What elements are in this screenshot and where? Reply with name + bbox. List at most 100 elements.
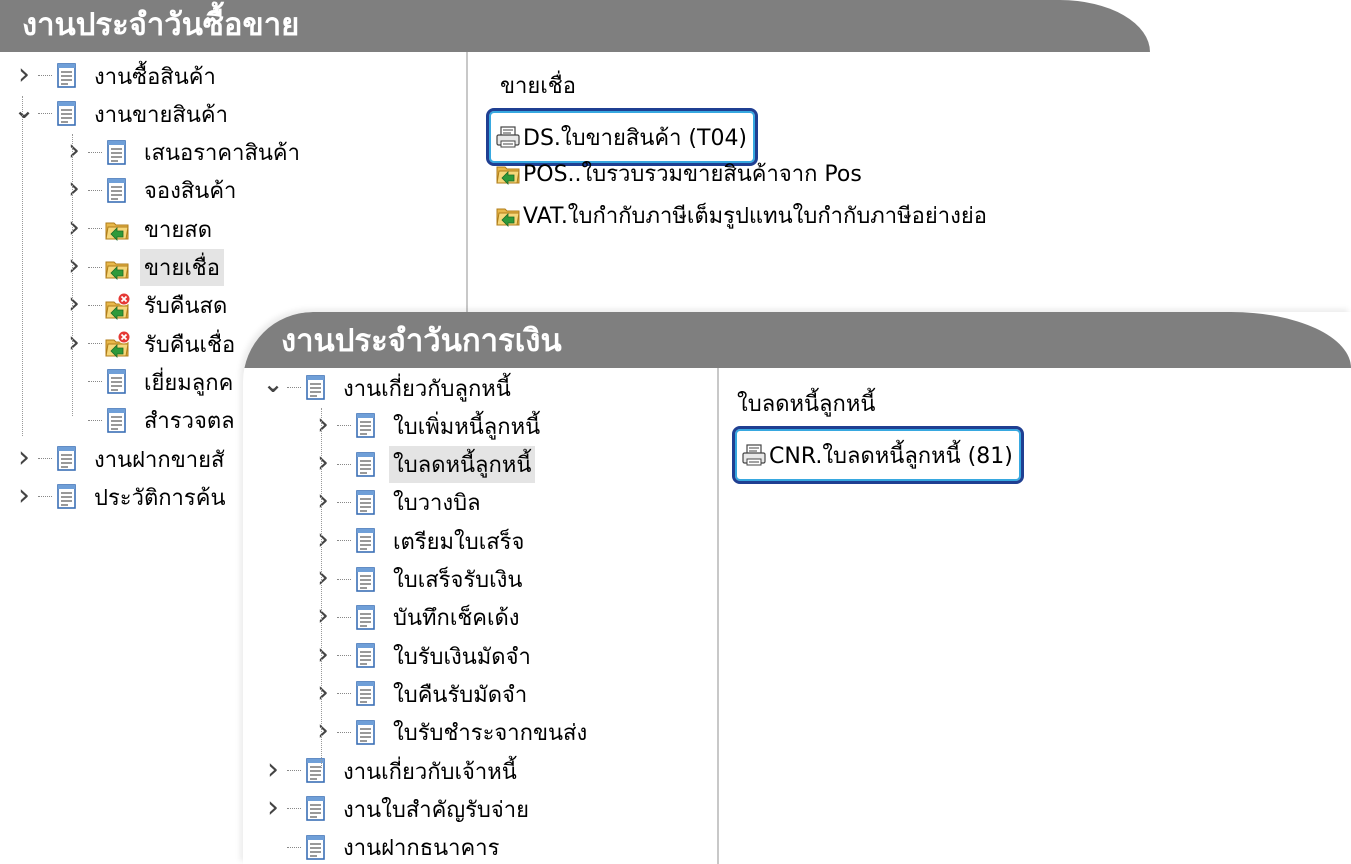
tree-node[interactable]: › ประวัติการค้น: [12, 478, 229, 515]
tree-node[interactable]: สำรวจตล: [62, 403, 239, 439]
document-item[interactable]: VAT.ใบกำกับภาษีเต็มรูปแทนใบกำกับภาษีอย่า…: [495, 198, 987, 232]
chevron-right-icon[interactable]: ›: [311, 407, 335, 442]
tree-connector: [287, 770, 301, 772]
document-icon: [353, 451, 379, 479]
tree-node[interactable]: › ใบเสร็จรับเงิน: [311, 560, 526, 598]
tree-node-label: ใบวางบิล: [393, 491, 481, 517]
section-title: ใบลดหนี้ลูกหนี้: [737, 392, 876, 417]
document-icon: [104, 177, 130, 205]
tree-node-label: งานใบสำคัญรับจ่าย: [343, 797, 530, 823]
tree-node-label: งานขายสินค้า: [94, 102, 228, 128]
tree-node-label: งานฝากธนาคาร: [343, 836, 500, 862]
tree-node[interactable]: › ใบวางบิล: [311, 483, 485, 521]
document-item-label: DS.ใบขายสินค้า (T04): [523, 125, 748, 151]
tree-node[interactable]: › งานซื้อสินค้า: [12, 57, 220, 94]
chevron-right-icon[interactable]: ›: [62, 171, 86, 206]
chevron-right-icon[interactable]: ›: [311, 713, 335, 748]
chevron-right-icon[interactable]: ›: [62, 325, 86, 360]
tree-node[interactable]: › บันทึกเช็คเด้ง: [311, 598, 524, 636]
chevron-right-icon[interactable]: ›: [62, 286, 86, 321]
chevron-down-icon[interactable]: ⌄: [12, 96, 36, 124]
tree-node-label: จองสินค้า: [144, 179, 237, 205]
tree-node[interactable]: › ใบคืนรับมัดจำ: [311, 675, 531, 712]
tree-node-label: บันทึกเช็คเด้ง: [393, 606, 520, 632]
document-item-label: VAT.ใบกำกับภาษีเต็มรูปแทนใบกำกับภาษีอย่า…: [523, 203, 987, 229]
chevron-right-icon[interactable]: ›: [261, 752, 285, 787]
tree-node[interactable]: › เสนอราคาสินค้า: [62, 133, 304, 171]
document-icon: [353, 527, 379, 555]
open-folder-icon: [495, 159, 521, 187]
tree-node[interactable]: เยี่ยมลูกค: [62, 364, 237, 400]
chevron-right-icon[interactable]: ›: [62, 133, 86, 168]
document-icon: [104, 368, 130, 396]
tree-node[interactable]: › งานเกี่ยวกับเจ้าหนี้: [261, 752, 521, 789]
chevron-right-icon[interactable]: ›: [12, 478, 36, 513]
document-icon: [353, 566, 379, 594]
tree-node-label: ใบลดหนี้ลูกหนี้: [389, 446, 536, 484]
chevron-right-icon[interactable]: ›: [12, 57, 36, 92]
splitter[interactable]: [717, 368, 719, 864]
tree-node-label: ขายเชื่อ: [140, 249, 224, 286]
tree-node-label: สำรวจตล: [144, 409, 235, 435]
chevron-right-icon[interactable]: ›: [311, 445, 335, 480]
tree-node[interactable]: › รับคืนสด: [62, 286, 231, 324]
tree-node[interactable]: › ขายเชื่อ: [62, 248, 224, 286]
tree-node[interactable]: › ใบลดหนี้ลูกหนี้: [311, 445, 536, 484]
document-icon: [104, 139, 130, 167]
tree-connector: [88, 381, 102, 383]
chevron-down-icon[interactable]: ⌄: [261, 370, 285, 398]
tree-node[interactable]: ⌄ งานขายสินค้า: [12, 96, 232, 132]
tree-node[interactable]: ⌄ งานเกี่ยวกับลูกหนี้: [261, 370, 515, 406]
tree-connector: [88, 343, 102, 345]
tree-node[interactable]: › งานใบสำคัญรับจ่าย: [261, 790, 533, 827]
chevron-right-icon[interactable]: ›: [311, 483, 335, 518]
tree-connector: [337, 425, 351, 427]
tree-node-label: รับคืนสด: [144, 294, 228, 320]
tree-node[interactable]: › ใบเพิ่มหนี้ลูกหนี้: [311, 407, 544, 444]
tree-node-label: เตรียมใบเสร็จ: [393, 529, 525, 555]
tree-guide-line: [72, 134, 73, 416]
document-item[interactable]: POS..ใบรวบรวมขายสินค้าจาก Pos: [495, 156, 862, 190]
section-title: ขายเชื่อ: [500, 74, 576, 99]
tree-connector: [38, 458, 52, 460]
chevron-right-icon[interactable]: ›: [311, 522, 335, 557]
document-icon: [54, 100, 80, 128]
tree-node-label: เสนอราคาสินค้า: [144, 141, 300, 167]
finance-daily-panel: งานประจำวันการเงิน ⌄ งานเกี่ยวกับลูกหนี้ ›…: [243, 312, 1351, 864]
return-folder-icon: [104, 292, 130, 320]
tree-connector: [88, 304, 102, 307]
tree-node[interactable]: › ขายสด: [62, 210, 216, 247]
tree-connector: [287, 846, 301, 849]
chevron-right-icon[interactable]: ›: [62, 248, 86, 283]
chevron-right-icon[interactable]: ›: [261, 790, 285, 825]
document-icon: [54, 483, 80, 511]
printer-form-icon: [495, 123, 521, 151]
tree-node-label: ใบเพิ่มหนี้ลูกหนี้: [393, 414, 541, 440]
tree-node-label: ใบรับเงินมัดจำ: [393, 644, 531, 670]
tree-connector: [287, 808, 301, 810]
chevron-right-icon[interactable]: ›: [311, 675, 335, 710]
tree-connector: [88, 419, 102, 422]
document-icon: [353, 642, 379, 670]
tree-node-label: ประวัติการค้น: [94, 485, 226, 511]
panel-title: งานประจำวันการเงิน: [243, 312, 1351, 368]
tree-node[interactable]: › ใบรับชำระจากขนส่ง: [311, 713, 591, 751]
tree-connector: [337, 655, 351, 657]
tree-node-label: งานซื้อสินค้า: [94, 64, 216, 90]
document-item[interactable]: CNR.ใบลดหนี้ลูกหนี้ (81): [732, 426, 1024, 484]
tree-node-label: ใบรับชำระจากขนส่ง: [393, 721, 588, 747]
tree-node-label: ใบคืนรับมัดจำ: [393, 682, 528, 708]
tree-node[interactable]: งานฝากธนาคาร: [261, 830, 503, 864]
chevron-right-icon[interactable]: ›: [311, 637, 335, 672]
tree-node[interactable]: › งานฝากขายสั: [12, 440, 228, 477]
chevron-right-icon[interactable]: ›: [311, 598, 335, 633]
chevron-right-icon[interactable]: ›: [62, 210, 86, 245]
tree-node[interactable]: › จองสินค้า: [62, 171, 240, 209]
tree-node[interactable]: › เตรียมใบเสร็จ: [311, 522, 528, 559]
tree-node[interactable]: › รับคืนเชื่อ: [62, 325, 239, 362]
printer-form-icon: [741, 441, 767, 469]
open-folder-icon: [495, 201, 521, 229]
tree-node[interactable]: › ใบรับเงินมัดจำ: [311, 637, 535, 674]
chevron-right-icon[interactable]: ›: [12, 440, 36, 475]
chevron-right-icon[interactable]: ›: [311, 560, 335, 595]
